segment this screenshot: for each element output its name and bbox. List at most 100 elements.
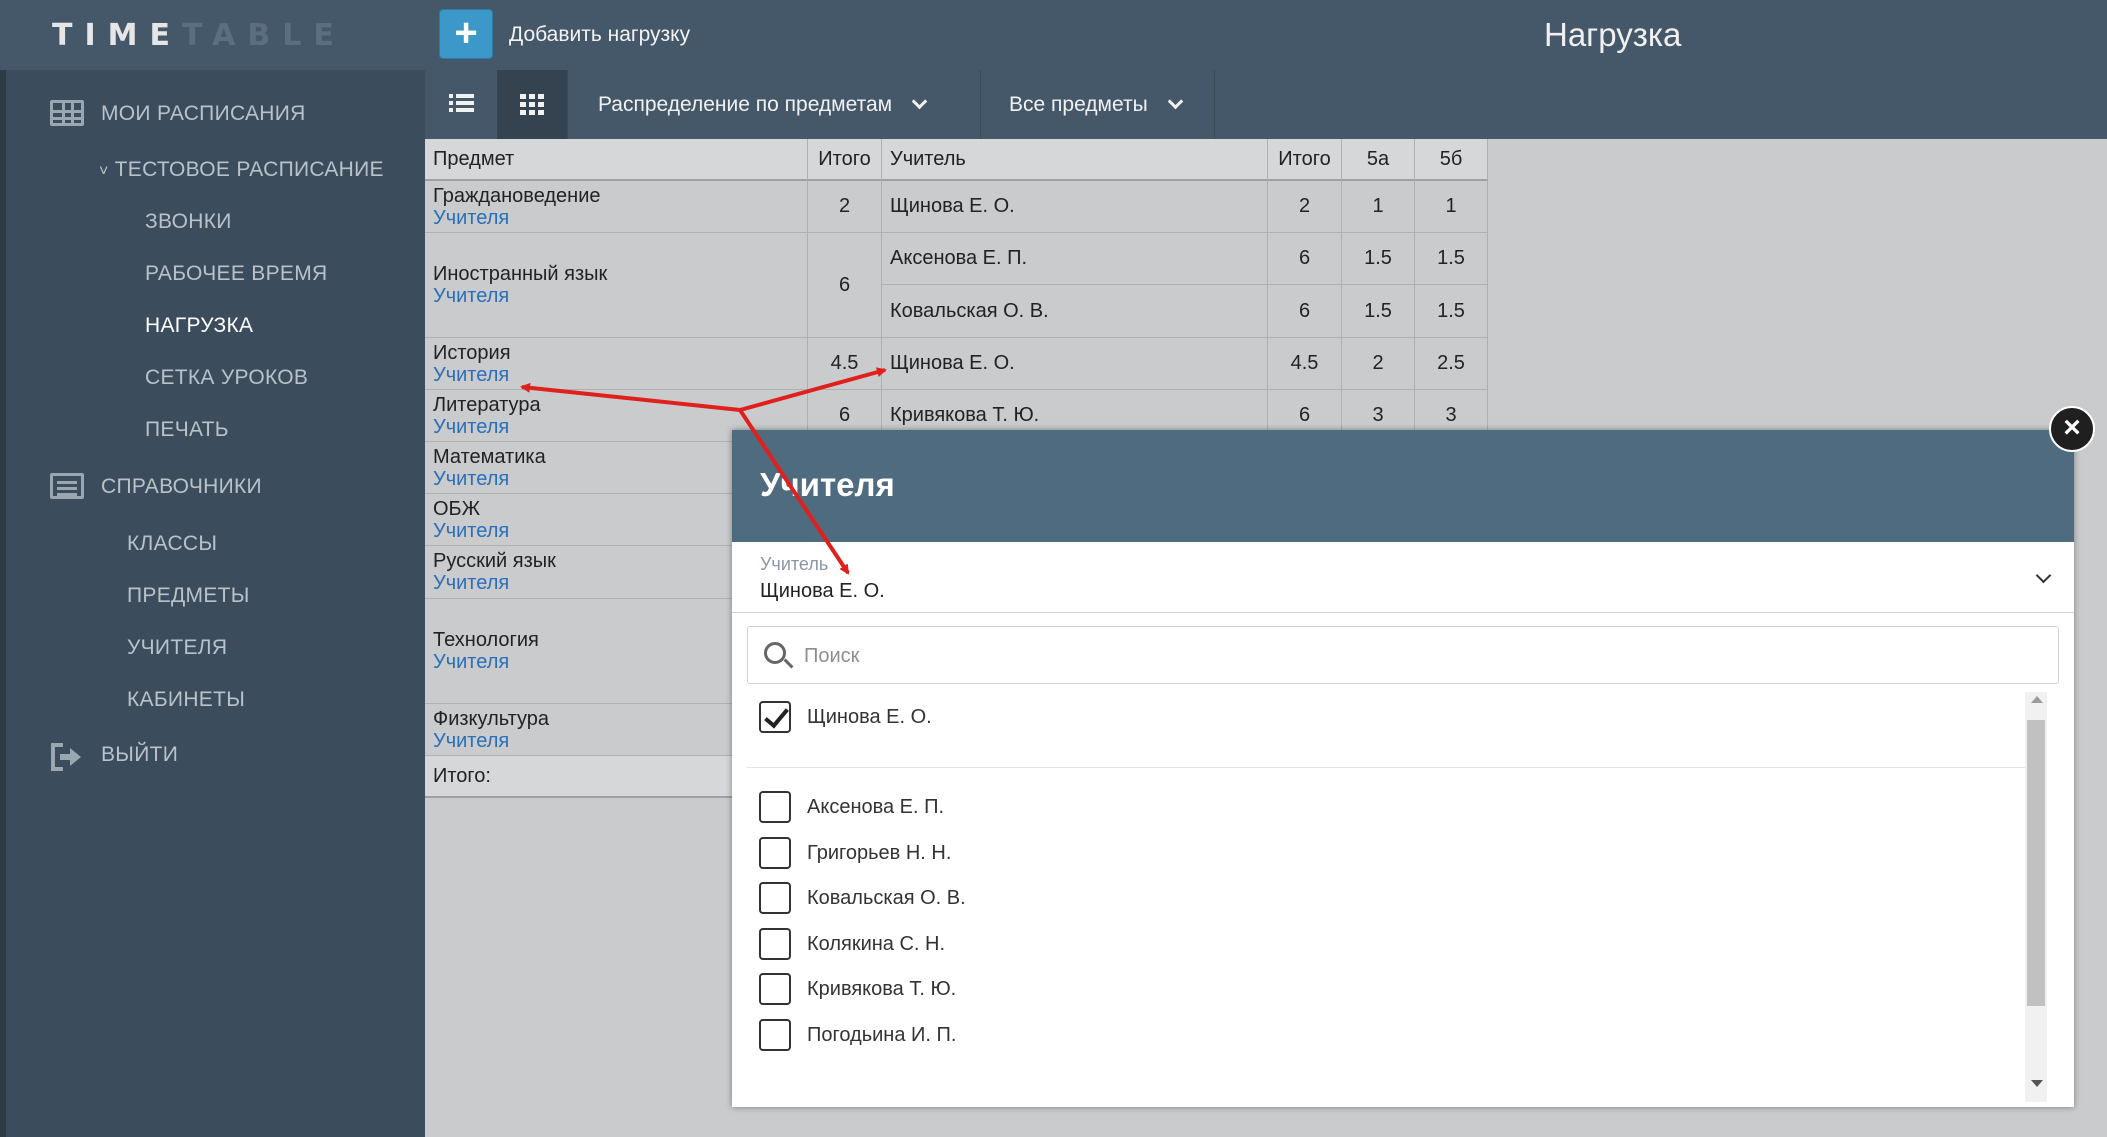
view-mode-label: Распределение по предметам [598, 93, 893, 116]
option-label: Щинова Е. О. [807, 706, 932, 728]
teachers-link[interactable]: Учителя [433, 651, 509, 673]
subject-filter-label: Все предметы [1009, 93, 1148, 116]
list-item[interactable]: Погодьина И. П. [747, 1010, 2037, 1060]
checkbox[interactable] [759, 973, 791, 1005]
teachers-link[interactable]: Учителя [433, 207, 509, 229]
teachers-link[interactable]: Учителя [433, 364, 509, 386]
subject-name: Технология [433, 629, 539, 651]
sidebar-item-load[interactable]: НАГРУЗКА [145, 314, 253, 338]
table-row-subject: История Учителя [425, 338, 808, 390]
schedule-grid-icon [50, 100, 84, 126]
list-view-button[interactable] [425, 70, 497, 139]
grid-view-button[interactable] [497, 70, 567, 139]
option-label: Кривякова Т. Ю. [807, 978, 957, 1000]
sidebar-item-test-schedule[interactable]: ˅ ТЕСТОВОЕ РАСПИСАНИЕ [99, 158, 384, 182]
subject-filter-dropdown[interactable]: Все предметы [980, 70, 1215, 139]
subject-total: 4.5 [808, 338, 882, 390]
view-mode-dropdown[interactable]: Распределение по предметам [567, 70, 980, 139]
app-logo[interactable]: TIMETABLE [52, 18, 346, 53]
sidebar-item-subjects[interactable]: ПРЕДМЕТЫ [127, 584, 250, 608]
sidebar-item-logout[interactable]: ВЫЙТИ [101, 743, 178, 767]
sidebar-item-print[interactable]: ПЕЧАТЬ [145, 418, 229, 442]
teachers-link[interactable]: Учителя [433, 416, 509, 438]
hours-5a[interactable]: 1.5 [1342, 233, 1415, 285]
hours-5b[interactable]: 1.5 [1415, 233, 1488, 285]
sidebar-item-my-schedules[interactable]: МОИ РАСПИСАНИЯ [101, 102, 306, 126]
scroll-down-arrow-icon[interactable] [2031, 1080, 2043, 1087]
hours-5a[interactable]: 1 [1342, 181, 1415, 233]
add-load-label[interactable]: Добавить нагрузку [509, 23, 690, 47]
teachers-link[interactable]: Учителя [433, 468, 509, 490]
list-item[interactable]: Ковальская О. В. [747, 873, 2037, 923]
list-item[interactable]: Кривякова Т. Ю. [747, 964, 2037, 1014]
sidebar-item-teachers[interactable]: УЧИТЕЛЯ [127, 636, 227, 660]
option-label: Ковальская О. В. [807, 887, 966, 909]
search-input[interactable] [804, 642, 2004, 670]
list-item[interactable]: Аксенова Е. П. [747, 782, 2037, 832]
sidebar-item-references[interactable]: СПРАВОЧНИКИ [101, 475, 262, 499]
close-icon: × [2063, 411, 2081, 444]
sidebar-item-working-time[interactable]: РАБОЧЕЕ ВРЕМЯ [145, 262, 327, 286]
teachers-link[interactable]: Учителя [433, 285, 509, 307]
close-modal-button[interactable]: × [2049, 406, 2095, 452]
teacher-select-value[interactable]: Щинова Е. О. [760, 580, 885, 603]
teacher-cell[interactable]: Аксенова Е. П. [882, 233, 1268, 285]
grid-view-icon [520, 94, 544, 115]
col-header-teacher: Учитель [882, 139, 1268, 181]
subject-name: ОБЖ [433, 497, 481, 520]
teachers-link[interactable]: Учителя [433, 520, 509, 542]
option-label: Погодьина И. П. [807, 1024, 957, 1046]
checkbox[interactable] [759, 882, 791, 914]
hours-5b[interactable]: 1 [1415, 181, 1488, 233]
teacher-total: 6 [1268, 233, 1342, 285]
col-header-class-5b: 5б [1415, 139, 1488, 181]
teacher-cell[interactable]: Щинова Е. О. [882, 338, 1268, 390]
sidebar-item-bells[interactable]: ЗВОНКИ [145, 210, 232, 234]
teacher-cell[interactable]: Ковальская О. В. [882, 285, 1268, 338]
subject-name: Литература [433, 393, 541, 416]
subject-name: Физкультура [433, 707, 550, 730]
teachers-link[interactable]: Учителя [433, 572, 509, 594]
col-header-class-5a: 5а [1342, 139, 1415, 181]
chevron-down-icon: ˅ [99, 163, 109, 180]
hours-5b[interactable]: 1.5 [1415, 285, 1488, 338]
option-label: Колякина С. Н. [807, 933, 946, 955]
subject-name: Математика [433, 445, 546, 468]
hours-5a[interactable]: 1.5 [1342, 285, 1415, 338]
select-underline [732, 612, 2074, 613]
modal-header: Учителя [732, 430, 2074, 542]
sidebar-item-rooms[interactable]: КАБИНЕТЫ [127, 688, 245, 712]
subject-name: Иностранный язык [433, 263, 608, 285]
references-list-icon [50, 473, 84, 499]
scrollbar-thumb[interactable] [2027, 720, 2045, 1006]
checkbox[interactable] [759, 1019, 791, 1051]
sidebar-item-lesson-grid[interactable]: СЕТКА УРОКОВ [145, 366, 308, 390]
scroll-up-arrow-icon[interactable] [2031, 696, 2043, 703]
table-row-subject: Граждановедение Учителя [425, 181, 808, 233]
top-header: TIMETABLE + Добавить нагрузку Нагрузка [0, 0, 2107, 70]
checkbox-checked[interactable] [759, 701, 791, 733]
subject-total: 2 [808, 181, 882, 233]
teacher-total: 4.5 [1268, 338, 1342, 390]
add-load-button[interactable]: + [439, 9, 493, 59]
list-item[interactable]: Щинова Е. О. [747, 692, 2037, 742]
list-item[interactable]: Колякина С. Н. [747, 919, 2037, 969]
teacher-search[interactable] [747, 626, 2059, 684]
modal-title: Учителя [760, 466, 895, 503]
subject-name: Граждановедение [433, 184, 601, 207]
toolbar: Распределение по предметам Все предметы [425, 70, 2107, 139]
hours-5a[interactable]: 2 [1342, 338, 1415, 390]
teacher-cell[interactable]: Щинова Е. О. [882, 181, 1268, 233]
teacher-options-list: Щинова Е. О. Аксенова Е. П. Григорьев Н.… [747, 692, 2059, 1107]
checkbox[interactable] [759, 928, 791, 960]
chevron-down-icon[interactable] [2035, 567, 2052, 584]
hours-5b[interactable]: 2.5 [1415, 338, 1488, 390]
teachers-link[interactable]: Учителя [433, 730, 509, 752]
checkbox[interactable] [759, 837, 791, 869]
search-icon [764, 642, 786, 664]
sidebar-item-classes[interactable]: КЛАССЫ [127, 532, 217, 556]
teacher-total: 2 [1268, 181, 1342, 233]
checkbox[interactable] [759, 791, 791, 823]
list-item[interactable]: Григорьев Н. Н. [747, 828, 2037, 878]
teacher-select-label: Учитель [760, 554, 829, 574]
